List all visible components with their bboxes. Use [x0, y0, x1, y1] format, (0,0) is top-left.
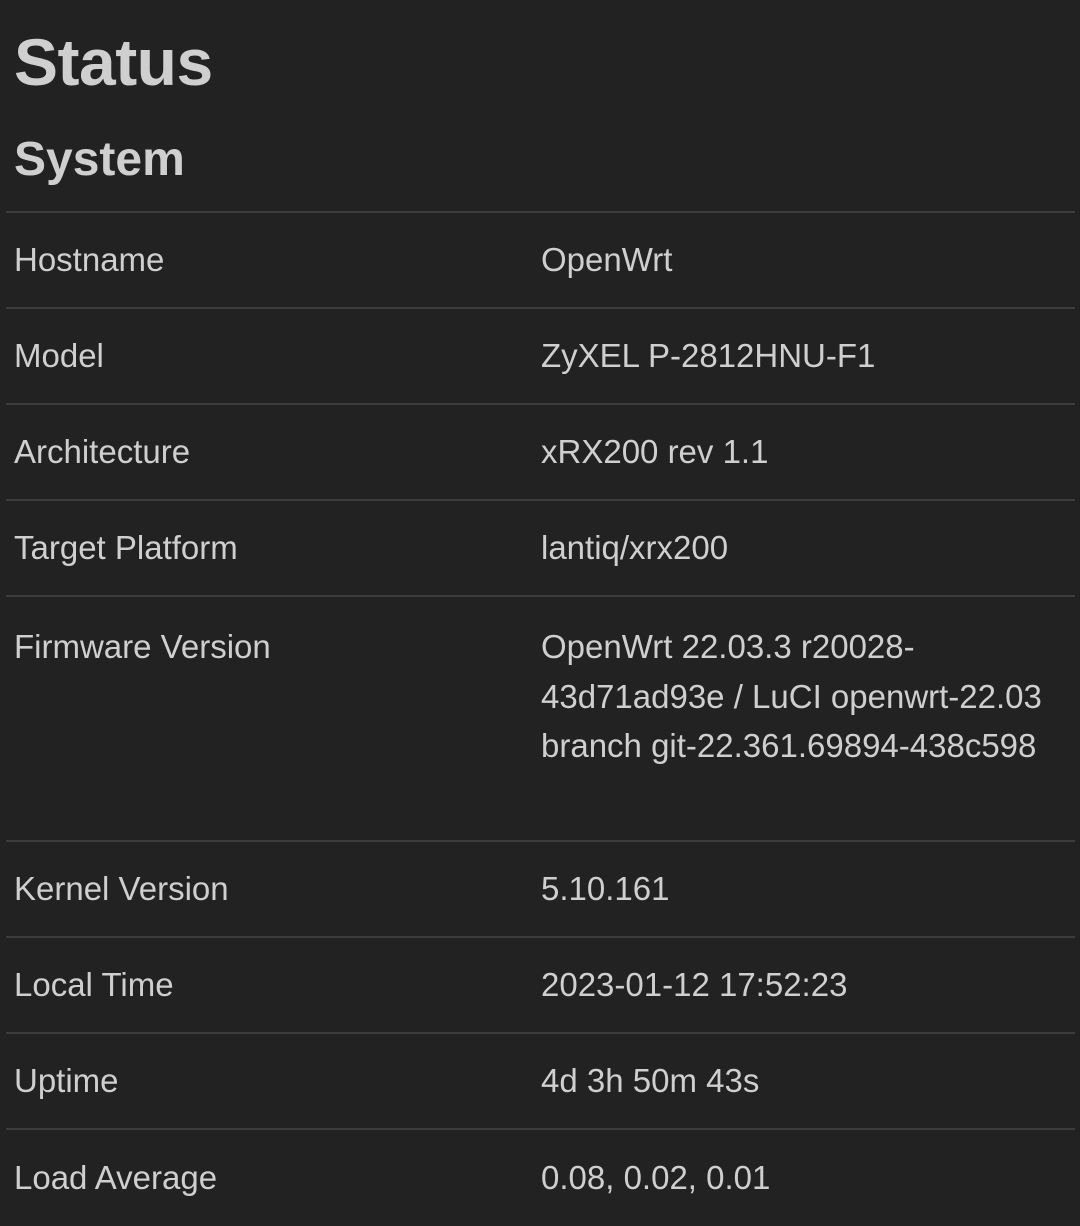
row-value-hostname: OpenWrt — [541, 241, 673, 278]
row-label-target-platform: Target Platform — [14, 529, 238, 566]
row-label-firmware-version: Firmware Version — [14, 628, 271, 665]
table-row: Load Average 0.08, 0.02, 0.01 — [6, 1130, 1075, 1226]
row-value-local-time: 2023-01-12 17:52:23 — [541, 966, 848, 1003]
table-row: Firmware Version OpenWrt 22.03.3 r20028-… — [6, 597, 1075, 842]
section-title-system: System — [14, 133, 185, 186]
row-value-architecture: xRX200 rev 1.1 — [541, 433, 769, 470]
table-row: Uptime 4d 3h 50m 43s — [6, 1034, 1075, 1130]
row-label-load-average: Load Average — [14, 1159, 218, 1196]
row-label-model: Model — [14, 337, 104, 374]
row-label-kernel-version: Kernel Version — [14, 870, 229, 907]
table-row: Hostname OpenWrt — [6, 213, 1075, 309]
page-title: Status — [14, 25, 213, 99]
row-label-local-time: Local Time — [14, 966, 174, 1003]
row-value-load-average: 0.08, 0.02, 0.01 — [541, 1159, 771, 1196]
row-value-model: ZyXEL P-2812HNU-F1 — [541, 337, 876, 374]
row-label-architecture: Architecture — [14, 433, 191, 470]
table-row: Kernel Version 5.10.161 — [6, 842, 1075, 938]
system-info-table: Hostname OpenWrt Model ZyXEL P-2812HNU-F… — [6, 211, 1075, 1226]
table-row: Target Platform lantiq/xrx200 — [6, 501, 1075, 597]
status-page: Status System Hostname OpenWrt Model ZyX… — [0, 0, 1080, 1225]
row-label-uptime: Uptime — [14, 1062, 119, 1099]
row-value-uptime: 4d 3h 50m 43s — [541, 1062, 760, 1099]
row-label-hostname: Hostname — [14, 241, 165, 278]
row-value-target-platform: lantiq/xrx200 — [541, 529, 729, 566]
row-value-kernel-version: 5.10.161 — [541, 870, 670, 907]
row-value-firmware-version: OpenWrt 22.03.3 r20028-43d71ad93e / LuCI… — [541, 628, 1042, 764]
table-row: Model ZyXEL P-2812HNU-F1 — [6, 309, 1075, 405]
table-row: Architecture xRX200 rev 1.1 — [6, 405, 1075, 501]
table-row: Local Time 2023-01-12 17:52:23 — [6, 938, 1075, 1034]
